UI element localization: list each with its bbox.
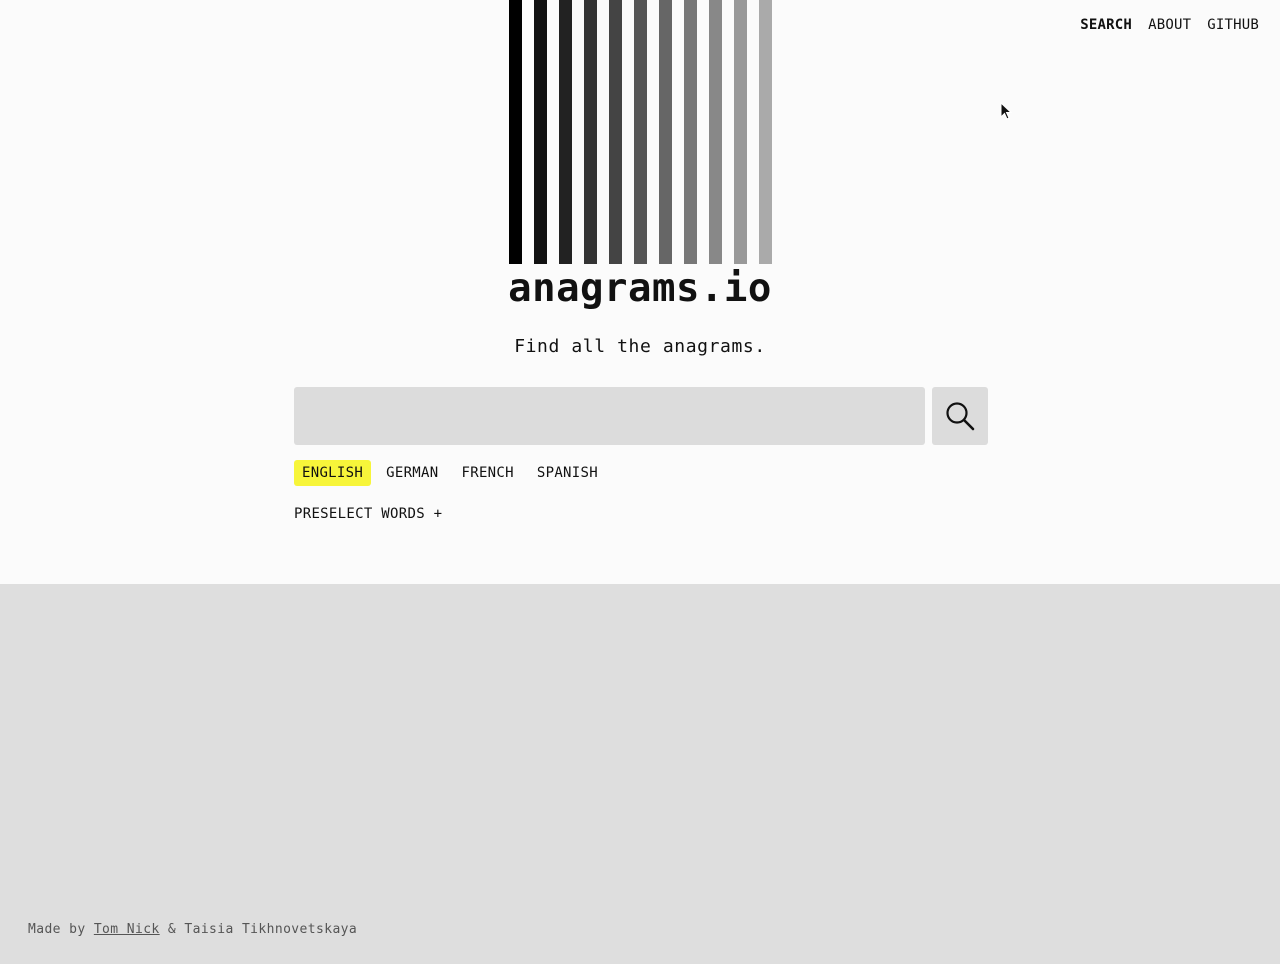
top-nav: SEARCH ABOUT GITHUB [1080,17,1259,33]
language-option-german[interactable]: GERMAN [378,460,446,486]
language-option-spanish[interactable]: SPANISH [529,460,606,486]
logo-bar [734,0,747,264]
logo-bar [659,0,672,264]
logo-bar [559,0,572,264]
header-section: SEARCH ABOUT GITHUB anagrams.io Find all… [0,0,1280,584]
language-option-english[interactable]: ENGLISH [294,460,372,486]
logo-bar [609,0,622,264]
logo-bar [709,0,722,264]
mouse-cursor-icon [1000,102,1012,120]
search-button[interactable] [932,387,988,445]
logo-bars [509,0,772,264]
site-tagline: Find all the anagrams. [514,336,766,357]
language-option-french[interactable]: FRENCH [453,460,521,486]
logo-bar [509,0,522,264]
logo-bar [634,0,647,264]
logo-bar [684,0,697,264]
search-icon [946,402,975,431]
logo-bar [584,0,597,264]
footer-coauthor: Taisia Tikhnovetskaya [184,922,358,937]
logo-bar [534,0,547,264]
logo-bar [759,0,772,264]
footer-author-link[interactable]: Tom Nick [94,922,160,937]
nav-github-link[interactable]: GITHUB [1207,17,1259,33]
nav-search-link[interactable]: SEARCH [1080,17,1132,33]
language-selector: ENGLISH GERMAN FRENCH SPANISH [294,460,606,486]
nav-about-link[interactable]: ABOUT [1148,17,1191,33]
footer-made-by: Made by [28,922,86,937]
results-area [0,584,1280,964]
footer-credits: Made by Tom Nick & Taisia Tikhnovetskaya [28,921,357,939]
search-input[interactable] [294,387,925,445]
site-title: anagrams.io [508,266,772,311]
preselect-words-toggle[interactable]: PRESELECT WORDS + [294,505,442,523]
footer-separator: & [167,922,177,937]
